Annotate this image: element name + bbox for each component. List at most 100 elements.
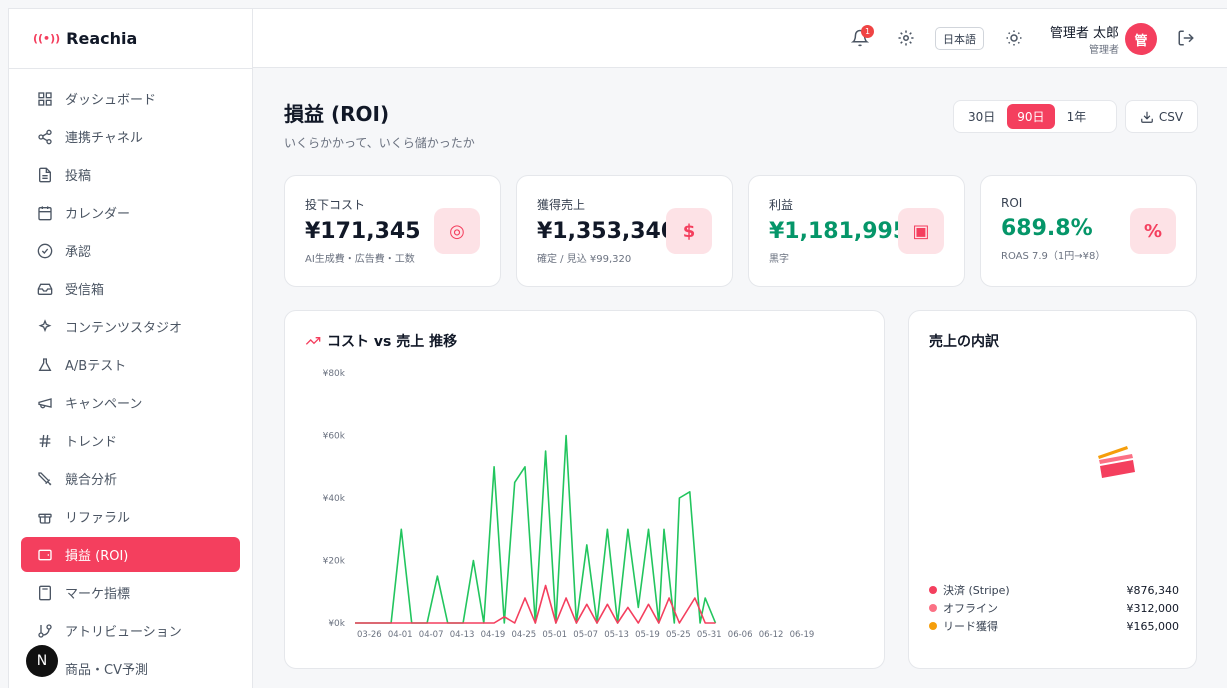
sidebar-item-9[interactable]: トレンド [21,423,240,458]
csv-export-button[interactable]: CSV [1125,100,1198,133]
avatar[interactable]: 管 [1125,23,1157,55]
hash-icon [39,434,51,447]
legend-item-lead: リード獲得 ¥165,000 [929,617,1179,635]
sidebar-item-13[interactable]: マーケ指標 [21,575,240,610]
x-tick-label: 04-01 [388,630,413,640]
sidebar-item-label: マーケ指標 [65,587,131,602]
x-tick-label: 04-25 [512,630,537,640]
x-tick-label: 04-13 [450,630,475,640]
x-tick-label: 05-07 [573,630,598,640]
flask-icon [38,357,52,371]
sidebar-item-label: トレンド [65,435,118,450]
legend-label: リード獲得 [943,620,998,633]
gift-icon [38,513,52,524]
gear-icon[interactable] [897,29,915,47]
sidebar-item-11[interactable]: リファラル [21,499,240,534]
x-tick-label: 05-13 [604,630,629,640]
git-branch-icon [38,623,52,638]
sidebar-item-6[interactable]: コンテンツスタジオ [21,309,240,344]
trend-chart: ¥0k ¥20k ¥40k ¥60k ¥80k 03-26 04-01 04-07 04-13 0… [323,369,815,640]
x-tick-label: 05-31 [697,630,722,640]
x-tick-label: 03-26 [357,630,382,640]
sidebar-item-3[interactable]: カレンダー [21,195,240,230]
sidebar-nav: ダッシュボード 連携チャネル 投稿カレンダー承認受信箱コンテンツスタジオ A/Bテスト… [9,69,252,686]
sidebar-item-4[interactable]: 承認 [21,233,240,268]
user-info: 管理者 太郎 管理者 [1033,22,1119,56]
y-tick-label: ¥0k [328,619,345,629]
kpi-card-revenue: 獲得売上 ¥1,353,340 確定 / 見込 ¥99,320 $ [516,175,733,287]
y-tick-label: ¥40k [323,494,346,504]
sidebar-item-10[interactable]: 競合分析 [21,461,240,496]
y-tick-label: ¥80k [323,369,346,379]
sidebar-item-label: アトリビューション [65,625,182,640]
sidebar-item-label: 商品・CV予測 [65,663,148,678]
sparkles-icon [38,318,52,332]
user-role: 管理者 [1089,45,1119,56]
brand[interactable]: ((•)) Reachia [9,9,252,69]
kpi-card-roi: ROI 689.8% ROAS 7.9（1円→¥8） % [980,175,1197,287]
trend-card: コスト vs 売上 推移 ¥0k ¥20k ¥40k ¥60k ¥80k 03-26 04-… [284,310,885,669]
sidebar-item-7[interactable]: A/Bテスト [21,347,240,382]
legend-dot [929,604,937,612]
sidebar-item-0[interactable]: ダッシュボード [21,81,240,116]
sidebar-item-12[interactable]: 損益 (ROI) [21,537,240,572]
range-1y-button[interactable]: 1年 [1057,104,1097,129]
language-button[interactable]: 日本語 [935,27,984,50]
legend-value: ¥312,000 [1126,601,1180,615]
sidebar: ((•)) Reachia ダッシュボード 連携チャネル 投稿カレンダー承認受信箱コ… [8,8,253,688]
sidebar-item-5[interactable]: 受信箱 [21,271,240,306]
dev-badge[interactable]: N [26,645,58,677]
wallet-icon [38,549,52,560]
range-90d-button[interactable]: 90日 [1007,104,1055,129]
sidebar-item-label: 受信箱 [65,283,105,298]
x-tick-label: 06-19 [790,630,815,640]
megaphone-icon [38,397,52,408]
legend-value: ¥165,000 [1126,619,1180,633]
sidebar-item-14[interactable]: アトリビューション [21,613,240,648]
logout-icon[interactable] [1177,29,1195,47]
wallet-icon: ▣ [898,208,944,254]
download-icon [1141,111,1153,123]
legend-item-stripe: 決済 (Stripe) ¥876,340 [929,581,1179,599]
sidebar-item-2[interactable]: 投稿 [21,157,240,192]
legend-label: 決済 (Stripe) [943,584,1010,597]
sidebar-item-label: 投稿 [65,169,92,184]
share-icon [38,129,52,144]
sidebar-item-label: A/Bテスト [65,359,127,374]
sidebar-item-8[interactable]: キャンペーン [21,385,240,420]
range-30d-button[interactable]: 30日 [958,104,1005,129]
file-icon [39,167,51,182]
sidebar-item-label: カレンダー [65,207,131,222]
breakdown-card: 売上の内訳 決済 (Stripe) ¥876,340 オフライン ¥312,00… [908,310,1197,669]
page-title: 損益 (ROI) [284,102,390,126]
sidebar-item-label: リファラル [65,511,131,526]
legend-value: ¥876,340 [1126,583,1180,597]
x-tick-label: 06-12 [759,630,784,640]
x-tick-label: 04-07 [419,630,444,640]
y-tick-label: ¥60k [323,432,346,442]
legend-dot [929,622,937,630]
legend-dot [929,586,937,594]
check-circle-icon [37,243,53,258]
sidebar-item-label: 競合分析 [65,473,118,488]
y-tick-label: ¥20k [323,557,346,567]
x-tick-label: 05-25 [666,630,691,640]
kpi-card-cost: 投下コスト ¥171,345 AI生成費・広告費・工数 ◎ [284,175,501,287]
sidebar-item-1[interactable]: 連携チャネル [21,119,240,154]
kpi-card-profit: 利益 ¥1,181,995 黒字 ▣ [748,175,965,287]
csv-label: CSV [1158,109,1184,124]
inbox-icon [37,283,53,295]
x-tick-label: 05-19 [635,630,660,640]
calculator-icon [39,585,51,600]
legend-item-offline: オフライン ¥312,000 [929,599,1179,617]
sidebar-item-label: 承認 [65,245,92,260]
range-selector: 30日 90日 1年 [953,100,1117,133]
user-name: 管理者 太郎 [1049,26,1119,41]
sidebar-item-label: 連携チャネル [65,131,143,146]
sidebar-item-label: ダッシュボード [65,93,157,108]
sun-icon[interactable] [1005,29,1023,47]
swords-icon [38,471,52,485]
x-tick-label: 06-06 [728,630,753,640]
percent-icon: % [1130,208,1176,254]
receipt-icon: $ [666,208,712,254]
